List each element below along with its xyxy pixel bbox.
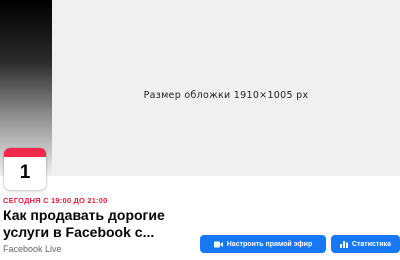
statistics-button[interactable]: Статистика <box>331 235 400 253</box>
setup-live-button[interactable]: Настроить прямой эфир <box>200 235 326 253</box>
video-camera-icon <box>213 241 223 248</box>
statistics-label: Статистика <box>351 240 392 248</box>
event-time: СЕГОДНЯ С 19:00 ДО 21:00 <box>3 196 108 205</box>
bar-chart-icon <box>339 240 348 248</box>
event-day-number: 1 <box>19 162 31 183</box>
calendar-header <box>4 148 46 157</box>
cover-size-label: Размер обложки 1910×1005 px <box>143 90 309 101</box>
event-title[interactable]: Как продавать дорогие услуги в Facebook … <box>3 207 183 241</box>
event-date-badge: 1 <box>4 148 46 190</box>
cover-image-placeholder: Размер обложки 1910×1005 px <box>52 0 400 176</box>
setup-live-label: Настроить прямой эфир <box>226 240 313 248</box>
event-host[interactable]: Facebook Live <box>3 244 62 254</box>
